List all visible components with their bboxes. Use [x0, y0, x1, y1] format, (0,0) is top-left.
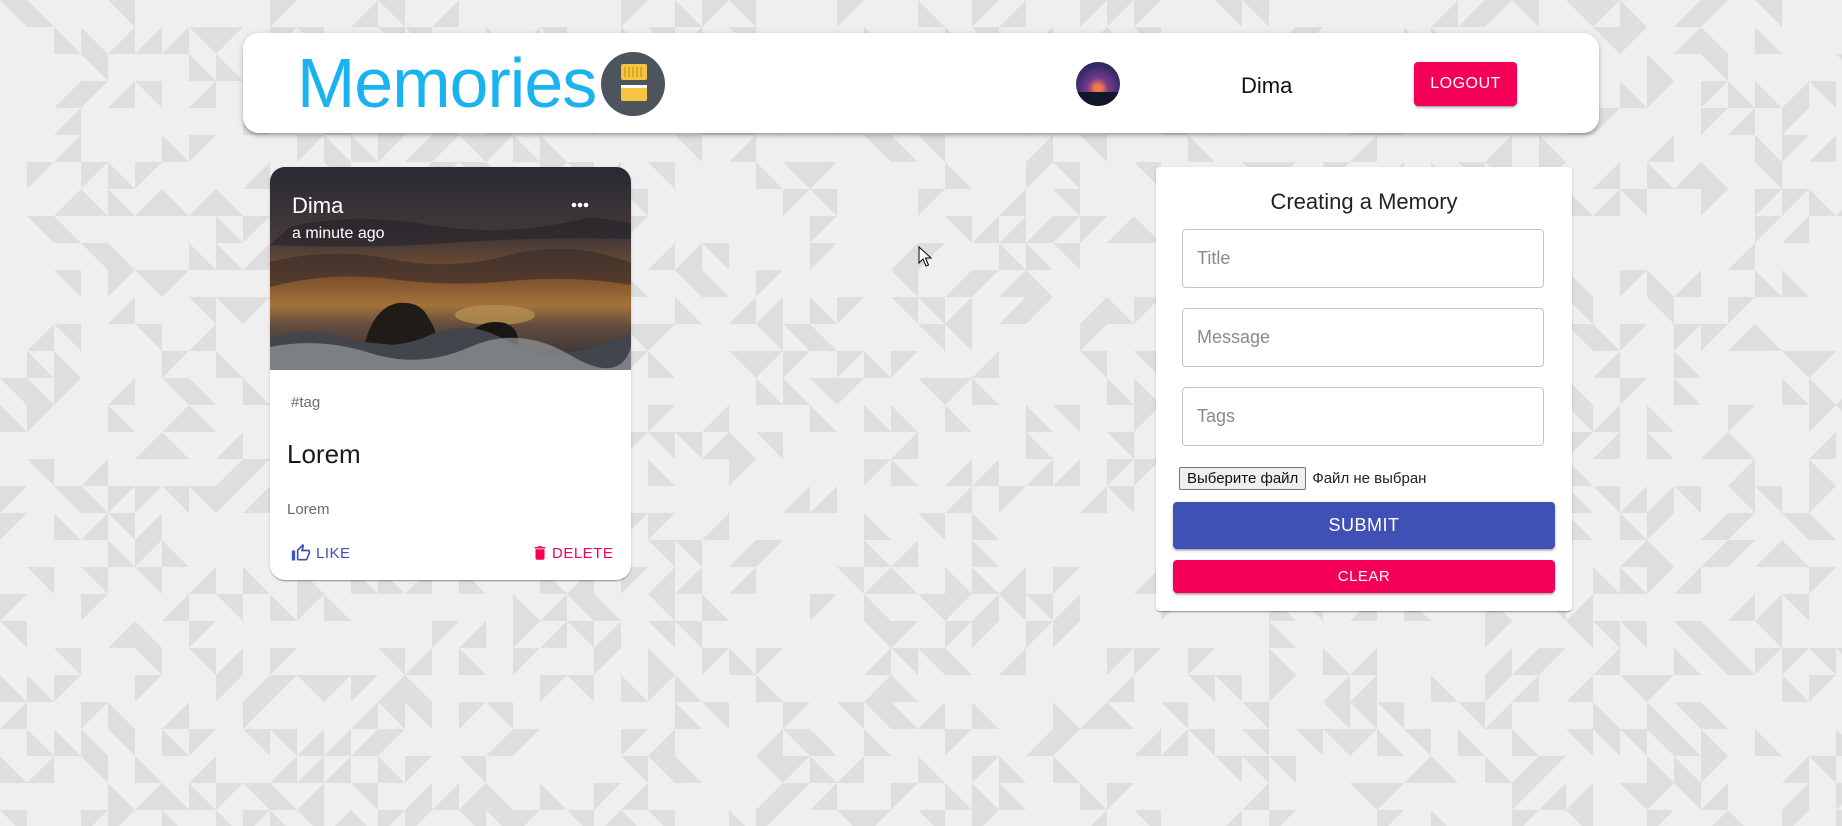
message-input[interactable] [1182, 308, 1544, 367]
post-timestamp: a minute ago [292, 225, 385, 242]
brand-title[interactable]: Memories [297, 47, 597, 119]
app-bar: Memories Dima LOGOUT [243, 33, 1599, 133]
form-title: Creating a Memory [1270, 189, 1458, 214]
post-message: Lorem [287, 501, 330, 518]
file-status: Файл не выбран [1312, 470, 1427, 487]
submit-button[interactable]: SUBMIT [1173, 502, 1555, 549]
title-input[interactable] [1182, 229, 1544, 288]
avatar[interactable] [1076, 62, 1120, 106]
trash-icon [534, 546, 546, 560]
user-name: Dima [1241, 73, 1293, 98]
clear-button[interactable]: CLEAR [1173, 560, 1555, 593]
thumb-up-icon [291, 543, 311, 561]
delete-label: DELETE [552, 544, 614, 562]
memory-form: Creating a Memory Выберите файл Файл не … [1156, 167, 1572, 611]
memory-cards-icon [601, 52, 665, 116]
tags-input[interactable] [1182, 387, 1544, 446]
logout-button[interactable]: LOGOUT [1414, 62, 1517, 106]
post-card: Dima a minute ago #tag Lorem Lorem LIKE … [270, 167, 631, 580]
like-button[interactable]: LIKE [290, 542, 351, 564]
like-label: LIKE [316, 544, 351, 562]
mouse-cursor-icon [918, 246, 932, 267]
post-tags: #tag [291, 394, 321, 411]
delete-button[interactable]: DELETE [531, 542, 613, 564]
more-horiz-icon[interactable] [565, 193, 595, 217]
post-author: Dima [292, 193, 344, 218]
choose-file-button[interactable]: Выберите файл [1179, 467, 1307, 490]
post-title: Lorem [287, 439, 361, 469]
file-picker: Выберите файл Файл не выбран [1179, 467, 1426, 490]
